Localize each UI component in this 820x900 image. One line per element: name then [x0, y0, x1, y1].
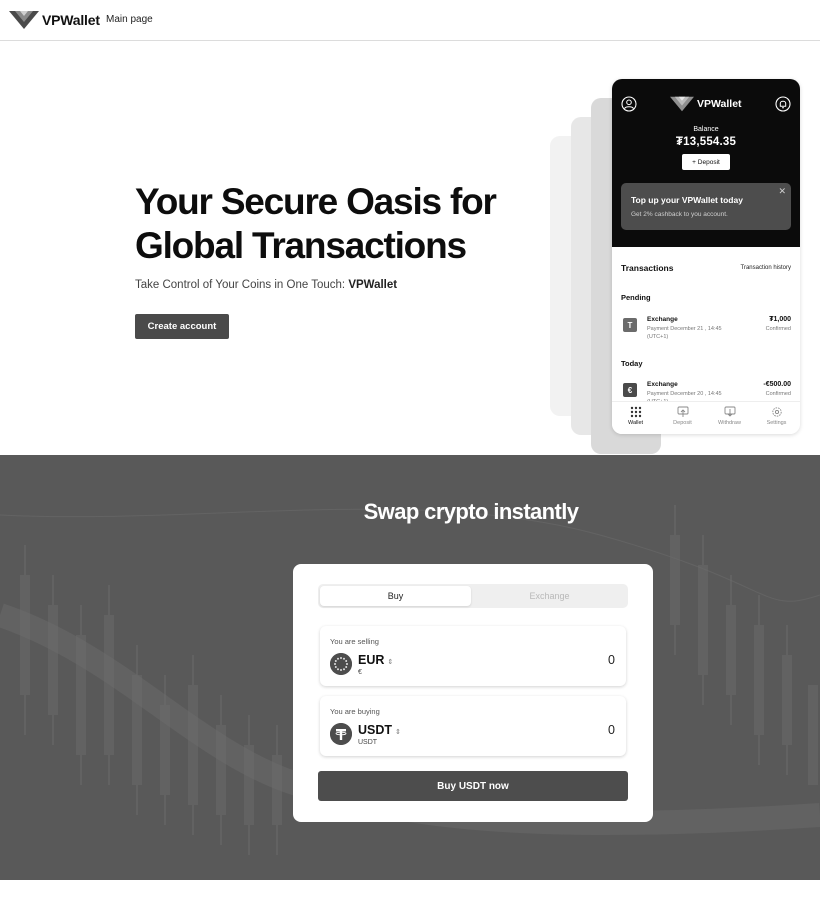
euro-icon: €: [623, 383, 637, 397]
chevron-updown-icon: ⇕: [395, 729, 401, 736]
hero-section: Your Secure Oasis for Global Transaction…: [0, 41, 820, 455]
hero-subtitle: Take Control of Your Coins in One Touch:…: [135, 279, 397, 291]
phone-bottom-nav: Wallet Deposit Withdraw Settings: [612, 401, 800, 434]
buying-amount-input[interactable]: 0: [608, 723, 615, 737]
swap-section: Swap crypto instantly Buy Exchange You a…: [0, 455, 820, 880]
nav-withdraw[interactable]: Withdraw: [706, 402, 753, 434]
vpwallet-logo-icon: [670, 96, 694, 112]
tab-exchange[interactable]: Exchange: [474, 586, 625, 606]
page-footer-strip: [0, 880, 820, 900]
selling-currency-sub: €: [358, 669, 362, 676]
top-nav: VPWallet Main page: [0, 0, 820, 41]
buy-usdt-button[interactable]: Buy USDT now: [318, 771, 628, 801]
transaction-meta: Payment December 21 , 14:45 (UTC+1): [647, 326, 722, 340]
user-icon: [621, 96, 637, 112]
tether-icon: T: [623, 318, 637, 332]
close-icon[interactable]: ✕: [778, 186, 786, 197]
create-account-button[interactable]: Create account: [135, 314, 229, 339]
swap-tabs: Buy Exchange: [318, 584, 628, 608]
buying-label: You are buying: [330, 707, 380, 716]
brand-name: VPWallet: [42, 12, 100, 28]
tether-icon: [330, 723, 352, 745]
swap-title: Swap crypto instantly: [363, 499, 579, 524]
phone-brand: VPWallet: [670, 96, 742, 112]
nav-label: Withdraw: [718, 420, 741, 426]
nav-label: Deposit: [673, 420, 692, 426]
hero-subtitle-text: Take Control of Your Coins in One Touch:: [135, 279, 349, 291]
balance-value: ₮13,554.35: [675, 136, 737, 148]
nav-settings[interactable]: Settings: [753, 402, 800, 434]
nav-label: Wallet: [627, 420, 644, 426]
buying-currency-sub: USDT: [358, 739, 378, 746]
transaction-row[interactable]: T Exchange Payment December 21 , 14:45 (…: [621, 315, 791, 345]
transaction-status: Confirmed: [765, 326, 791, 332]
transactions-title: Transactions: [621, 263, 674, 273]
phone-mockup: VPWallet Balance ₮13,554.35 + Deposit To…: [612, 79, 800, 434]
download-icon: [724, 406, 735, 417]
promo-banner[interactable]: Top up your VPWallet today Get 2% cashba…: [621, 183, 791, 230]
selling-currency-code: EUR: [358, 653, 385, 667]
transaction-title: Exchange: [647, 316, 678, 323]
section-label-today: Today: [621, 359, 643, 368]
selling-currency-select[interactable]: EUR ⇕: [358, 653, 393, 667]
buying-currency-select[interactable]: USDT ⇕: [358, 723, 401, 737]
nav-label: Settings: [766, 420, 787, 426]
tab-buy[interactable]: Buy: [320, 586, 471, 606]
phone-brand-name: VPWallet: [697, 98, 742, 110]
nav-main-page-link[interactable]: Main page: [106, 14, 153, 25]
upload-icon: [677, 406, 688, 417]
balance-label: Balance: [693, 126, 719, 133]
selling-label: You are selling: [330, 637, 379, 646]
selling-amount-input[interactable]: 0: [608, 653, 615, 667]
hero-subtitle-brand: VPWallet: [348, 279, 398, 291]
vpwallet-logo-icon: [9, 11, 39, 29]
phone-header: VPWallet Balance ₮13,554.35 + Deposit To…: [612, 79, 800, 247]
phone-deposit-button[interactable]: + Deposit: [682, 154, 730, 170]
buying-field[interactable]: You are buying USDT ⇕ USDT 0: [320, 696, 626, 756]
transaction-amount: -€500.00: [763, 381, 791, 388]
grid-icon: [630, 406, 641, 418]
hero-title: Your Secure Oasis for Global Transaction…: [135, 181, 497, 266]
brand-logo[interactable]: VPWallet: [9, 10, 100, 30]
section-label-pending: Pending: [621, 293, 651, 302]
buying-currency-code: USDT: [358, 723, 393, 737]
transaction-history-link[interactable]: Transaction history: [741, 265, 791, 271]
bell-icon: [775, 96, 791, 112]
transaction-status: Confirmed: [765, 391, 791, 397]
swap-card: Buy Exchange You are selling EUR ⇕ € 0 Y…: [293, 564, 653, 822]
nav-deposit[interactable]: Deposit: [659, 402, 706, 434]
selling-field[interactable]: You are selling EUR ⇕ € 0: [320, 626, 626, 686]
nav-wallet[interactable]: Wallet: [612, 402, 659, 434]
euro-stars-icon: [330, 653, 352, 675]
gear-icon: [771, 407, 782, 417]
transaction-title: Exchange: [647, 381, 678, 388]
chevron-updown-icon: ⇕: [387, 659, 394, 666]
promo-banner-subtitle: Get 2% cashback to you account.: [631, 211, 728, 218]
transaction-amount: ₮1,000: [769, 316, 791, 323]
promo-banner-title: Top up your VPWallet today: [631, 195, 743, 205]
